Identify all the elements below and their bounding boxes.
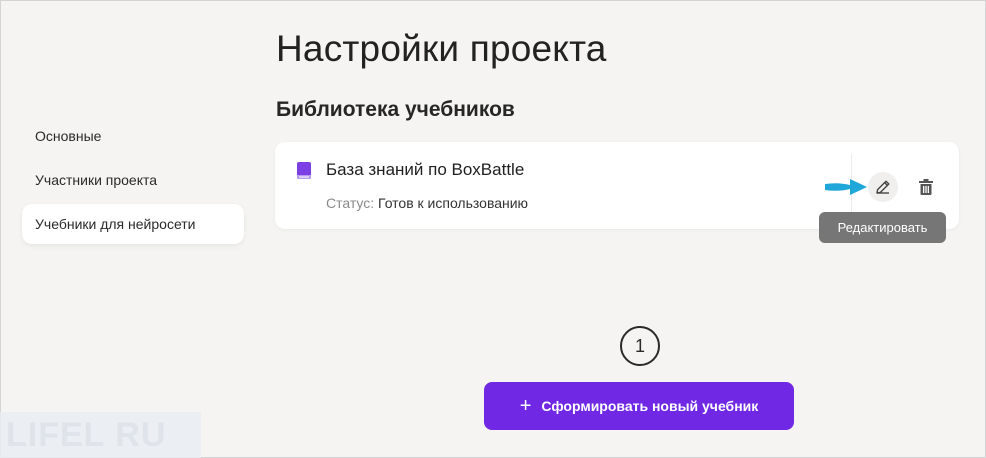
create-textbook-label: Сформировать новый учебник — [541, 398, 759, 414]
sidebar-item-basic[interactable]: Основные — [22, 116, 244, 156]
section-title: Библиотека учебников — [276, 98, 515, 121]
watermark-text: LIFEL RU — [6, 415, 167, 454]
delete-button[interactable] — [911, 172, 941, 202]
sidebar: Основные Участники проекта Учебники для … — [22, 116, 244, 248]
create-textbook-button[interactable]: + Сформировать новый учебник — [484, 382, 794, 430]
textbook-status: Статус: Готов к использованию — [326, 195, 528, 211]
trash-icon — [919, 179, 933, 195]
plus-icon: + — [519, 395, 532, 417]
sidebar-item-textbooks[interactable]: Учебники для нейросети — [22, 204, 244, 244]
watermark-logo: LIFEL RU — [0, 412, 201, 458]
step-number-badge: 1 — [620, 326, 660, 366]
book-icon — [297, 162, 311, 179]
edit-tooltip: Редактировать — [819, 212, 946, 243]
sidebar-item-members[interactable]: Участники проекта — [22, 160, 244, 200]
annotation-arrow — [825, 179, 867, 195]
status-value: Готов к использованию — [378, 195, 529, 211]
edit-button[interactable] — [868, 172, 898, 202]
status-label: Статус: — [326, 195, 375, 211]
textbook-title: База знаний по BoxBattle — [326, 160, 525, 179]
page-title: Настройки проекта — [276, 28, 607, 69]
pencil-icon — [876, 180, 890, 194]
